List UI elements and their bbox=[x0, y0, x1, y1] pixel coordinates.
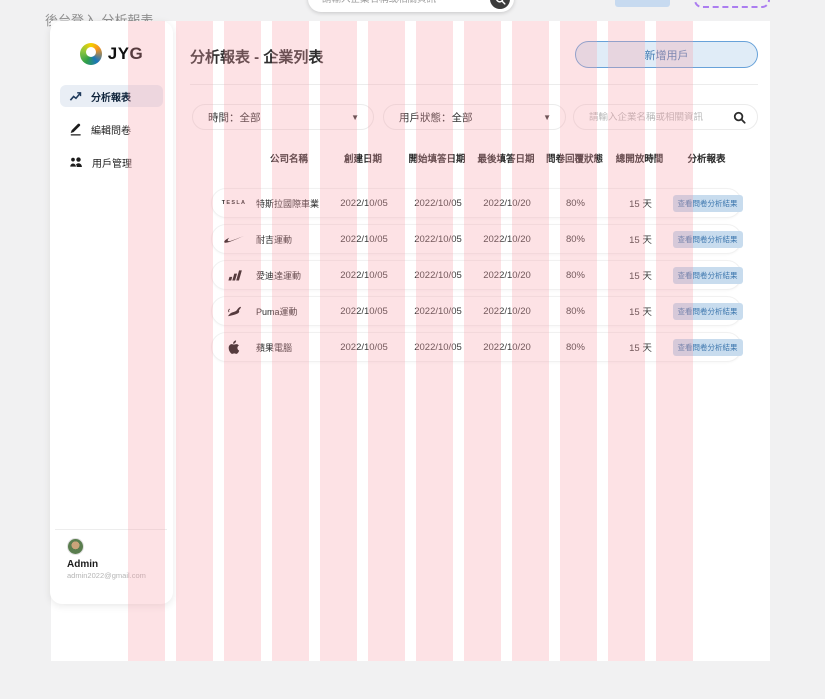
users-icon bbox=[69, 156, 83, 168]
sidebar-item-analysis-report[interactable]: 分析報表 bbox=[60, 85, 163, 107]
table-row: 愛迪達運動 2022/10/05 2022/10/05 2022/10/20 8… bbox=[211, 260, 742, 290]
created-date: 2022/10/05 bbox=[324, 234, 404, 245]
trend-chart-icon bbox=[69, 90, 82, 102]
sidebar-item-label: 用戶管理 bbox=[92, 155, 132, 170]
open-time: 15 天 bbox=[609, 304, 672, 318]
divider bbox=[55, 529, 167, 530]
search-icon[interactable] bbox=[733, 111, 746, 124]
status-filter-label: 用戶狀態：全部 bbox=[399, 110, 543, 125]
status-filter-dropdown[interactable]: 用戶狀態：全部 ▼ bbox=[383, 104, 566, 130]
main-title: 分析報表 - 企業列表 bbox=[190, 46, 323, 67]
sidebar-item-label: 編輯問卷 bbox=[91, 122, 131, 137]
profile-name: Admin bbox=[67, 559, 173, 570]
topbar-cutoff-button[interactable] bbox=[615, 0, 670, 7]
created-date: 2022/10/05 bbox=[324, 198, 404, 209]
start-date: 2022/10/05 bbox=[404, 306, 472, 317]
jyg-swirl-logo-icon bbox=[80, 43, 102, 65]
response-rate: 80% bbox=[542, 198, 609, 209]
last-date: 2022/10/20 bbox=[472, 342, 542, 353]
view-analysis-button[interactable]: 查看問卷分析結果 bbox=[673, 339, 743, 356]
sidebar-item-user-management[interactable]: 用戶管理 bbox=[60, 151, 163, 173]
admin-avatar[interactable] bbox=[67, 538, 84, 555]
created-date: 2022/10/05 bbox=[324, 306, 404, 317]
view-analysis-button[interactable]: 查看問卷分析結果 bbox=[673, 267, 743, 284]
open-time: 15 天 bbox=[609, 268, 672, 282]
company-name: Puma運動 bbox=[256, 305, 324, 318]
topbar-search[interactable] bbox=[308, 0, 514, 12]
topbar-search-button[interactable] bbox=[490, 0, 510, 9]
header-created: 創建日期 bbox=[323, 151, 403, 165]
table-row: Puma運動 2022/10/05 2022/10/05 2022/10/20 … bbox=[211, 296, 742, 326]
response-rate: 80% bbox=[542, 342, 609, 353]
table-row: TESLA 特斯拉國際車業 2022/10/05 2022/10/05 2022… bbox=[211, 188, 742, 218]
table-search[interactable] bbox=[573, 104, 758, 130]
apple-logo bbox=[212, 340, 256, 355]
header-company: 公司名稱 bbox=[255, 151, 323, 165]
open-time: 15 天 bbox=[609, 232, 672, 246]
divider bbox=[190, 84, 758, 85]
search-icon bbox=[495, 0, 506, 5]
view-analysis-button[interactable]: 查看問卷分析結果 bbox=[673, 231, 743, 248]
last-date: 2022/10/20 bbox=[472, 234, 542, 245]
company-name: 蘋果電腦 bbox=[256, 341, 324, 354]
nike-swoosh-logo bbox=[212, 235, 256, 244]
page: 後台登入-分析報表 JYG 分析報表 bbox=[0, 0, 825, 699]
header-report: 分析報表 bbox=[671, 151, 742, 165]
last-date: 2022/10/20 bbox=[472, 198, 542, 209]
add-user-button[interactable]: 新增用戶 bbox=[575, 41, 758, 68]
open-time: 15 天 bbox=[609, 196, 672, 210]
table-row: 耐吉運動 2022/10/05 2022/10/05 2022/10/20 80… bbox=[211, 224, 742, 254]
sidebar: JYG 分析報表 編輯問卷 bbox=[50, 21, 173, 604]
sidebar-item-edit-survey[interactable]: 編輯問卷 bbox=[60, 118, 163, 140]
header-response-status: 問卷回覆狀態 bbox=[541, 151, 608, 165]
puma-logo bbox=[212, 305, 256, 318]
start-date: 2022/10/05 bbox=[404, 234, 472, 245]
start-date: 2022/10/05 bbox=[404, 198, 472, 209]
header-start: 開始填答日期 bbox=[403, 151, 471, 165]
chevron-down-icon: ▼ bbox=[351, 113, 359, 122]
time-filter-label: 時間：全部 bbox=[208, 110, 351, 125]
adidas-logo bbox=[212, 269, 256, 281]
created-date: 2022/10/05 bbox=[324, 342, 404, 353]
time-filter-dropdown[interactable]: 時間：全部 ▼ bbox=[192, 104, 374, 130]
table-row: 蘋果電腦 2022/10/05 2022/10/05 2022/10/20 80… bbox=[211, 332, 742, 362]
view-analysis-button[interactable]: 查看問卷分析結果 bbox=[673, 195, 743, 212]
header-last: 最後填答日期 bbox=[471, 151, 541, 165]
company-name: 特斯拉國際車業 bbox=[256, 197, 324, 210]
view-analysis-button[interactable]: 查看問卷分析結果 bbox=[673, 303, 743, 320]
last-date: 2022/10/20 bbox=[472, 270, 542, 281]
response-rate: 80% bbox=[542, 270, 609, 281]
logo: JYG bbox=[50, 21, 173, 65]
sidebar-menu: 分析報表 編輯問卷 用戶管理 bbox=[50, 85, 173, 173]
header-open-time: 總開放時間 bbox=[608, 151, 671, 165]
response-rate: 80% bbox=[542, 306, 609, 317]
logo-text: JYG bbox=[108, 44, 144, 64]
table-search-input[interactable] bbox=[589, 112, 733, 123]
profile-section[interactable]: Admin admin2022@gmail.com bbox=[50, 529, 173, 604]
topbar-search-input[interactable] bbox=[322, 0, 490, 5]
response-rate: 80% bbox=[542, 234, 609, 245]
start-date: 2022/10/05 bbox=[404, 342, 472, 353]
sidebar-item-label: 分析報表 bbox=[91, 89, 131, 104]
company-name: 耐吉運動 bbox=[256, 233, 324, 246]
tesla-logo: TESLA bbox=[212, 200, 256, 206]
last-date: 2022/10/20 bbox=[472, 306, 542, 317]
profile-email: admin2022@gmail.com bbox=[67, 571, 173, 580]
topbar-dashed-outline[interactable] bbox=[694, 0, 770, 8]
company-name: 愛迪達運動 bbox=[256, 269, 324, 282]
created-date: 2022/10/05 bbox=[324, 270, 404, 281]
open-time: 15 天 bbox=[609, 340, 672, 354]
table-header: 公司名稱 創建日期 開始填答日期 最後填答日期 問卷回覆狀態 總開放時間 分析報… bbox=[211, 150, 742, 166]
start-date: 2022/10/05 bbox=[404, 270, 472, 281]
pencil-icon bbox=[69, 122, 82, 136]
chevron-down-icon: ▼ bbox=[543, 113, 551, 122]
